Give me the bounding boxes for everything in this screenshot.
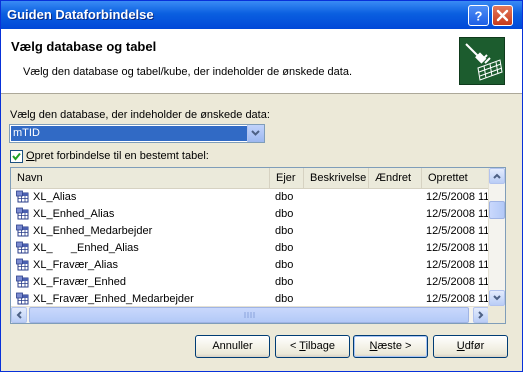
chevron-left-icon xyxy=(16,311,22,319)
table-row[interactable]: XL_Fravær_Alias dbo 12/5/2008 11 xyxy=(11,257,489,274)
column-header-description[interactable]: Beskrivelse xyxy=(304,168,369,188)
page-title: Vælg database og tabel xyxy=(11,39,157,54)
connect-table-checkbox[interactable] xyxy=(10,150,23,163)
table-list: Navn Ejer Beskrivelse Ændret Oprettet XL… xyxy=(10,167,506,324)
connect-table-label: Opret forbindelse til en bestemt tabel: xyxy=(26,150,209,162)
database-select-value: mTID xyxy=(11,126,247,141)
table-row[interactable]: XL_Enhed_Medarbejder dbo 12/5/2008 11 xyxy=(11,223,489,240)
column-header-owner[interactable]: Ejer xyxy=(270,168,304,188)
chevron-down-icon xyxy=(493,295,501,301)
table-row[interactable]: XL_ _Enhed_Alias dbo 12/5/2008 11 xyxy=(11,240,489,257)
wizard-header: Vælg database og tabel Vælg den database… xyxy=(1,29,522,94)
checkmark-icon xyxy=(12,152,21,161)
row-owner: dbo xyxy=(275,276,294,288)
database-select[interactable]: mTID xyxy=(9,124,265,143)
cancel-button[interactable]: Annuller xyxy=(195,335,270,358)
column-header-modified[interactable]: Ændret xyxy=(369,168,422,188)
scroll-right-button[interactable] xyxy=(473,307,489,323)
table-icon xyxy=(16,292,29,305)
table-row[interactable]: XL_Alias dbo 12/5/2008 11 xyxy=(11,189,489,206)
row-name: XL_Fravær_Enhed xyxy=(33,276,126,288)
column-header-created[interactable]: Oprettet xyxy=(422,168,489,188)
row-created: 12/5/2008 11 xyxy=(426,242,489,254)
data-connection-icon xyxy=(459,37,505,85)
row-name: XL_Fravær_Alias xyxy=(33,259,118,271)
horizontal-scrollbar[interactable] xyxy=(11,306,489,323)
row-created: 12/5/2008 11 xyxy=(426,276,489,288)
table-icon xyxy=(16,207,29,220)
svg-text:?: ? xyxy=(475,9,483,24)
scrollbar-corner xyxy=(488,306,505,323)
dialog-window: Guiden Dataforbindelse ? Vælg database o… xyxy=(0,0,523,372)
row-owner: dbo xyxy=(275,191,294,203)
row-name: XL_Enhed_Medarbejder xyxy=(33,225,153,237)
chevron-down-icon xyxy=(251,130,260,136)
scroll-down-button[interactable] xyxy=(489,290,505,306)
window-title: Guiden Dataforbindelse xyxy=(7,7,154,22)
row-name: XL_Enhed_Alias xyxy=(33,208,115,220)
help-button[interactable]: ? xyxy=(468,5,489,26)
back-button[interactable]: < Tilbage xyxy=(275,335,350,358)
row-created: 12/5/2008 11 xyxy=(426,259,489,271)
row-owner: dbo xyxy=(275,208,294,220)
table-header: Navn Ejer Beskrivelse Ændret Oprettet xyxy=(11,168,489,189)
horizontal-scroll-thumb[interactable] xyxy=(29,307,469,323)
scroll-left-button[interactable] xyxy=(11,307,27,323)
close-button[interactable] xyxy=(492,5,513,26)
dropdown-arrow-button[interactable] xyxy=(247,125,264,142)
next-button[interactable]: Næste > xyxy=(353,335,428,358)
row-owner: dbo xyxy=(275,225,294,237)
table-row[interactable]: XL_Fravær_Enhed dbo 12/5/2008 11 xyxy=(11,274,489,291)
scroll-up-button[interactable] xyxy=(489,168,505,184)
row-created: 12/5/2008 11 xyxy=(426,208,489,220)
chevron-up-icon xyxy=(493,173,501,179)
finish-button[interactable]: Udfør xyxy=(433,335,508,358)
chevron-right-icon xyxy=(478,311,484,319)
question-icon: ? xyxy=(475,9,483,24)
title-bar[interactable]: Guiden Dataforbindelse ? xyxy=(1,1,522,29)
table-icon xyxy=(16,275,29,288)
table-icon xyxy=(16,241,29,254)
row-created: 12/5/2008 11 xyxy=(426,191,489,203)
row-owner: dbo xyxy=(275,242,294,254)
page-subtitle: Vælg den database og tabel/kube, der ind… xyxy=(23,66,353,78)
table-icon xyxy=(16,190,29,203)
table-row[interactable]: XL_Enhed_Alias dbo 12/5/2008 11 xyxy=(11,206,489,223)
vertical-scroll-thumb[interactable] xyxy=(489,201,505,219)
vertical-scrollbar[interactable] xyxy=(488,168,505,306)
table-icon xyxy=(16,258,29,271)
row-name: XL_ _Enhed_Alias xyxy=(33,242,139,254)
row-name: XL_Alias xyxy=(33,191,77,203)
column-header-name[interactable]: Navn xyxy=(11,168,270,188)
database-label: Vælg den database, der indeholder de øns… xyxy=(10,109,270,121)
row-created: 12/5/2008 11 xyxy=(426,225,489,237)
table-icon xyxy=(16,224,29,237)
grip-icon xyxy=(244,312,255,318)
close-icon xyxy=(496,9,509,22)
row-owner: dbo xyxy=(275,259,294,271)
